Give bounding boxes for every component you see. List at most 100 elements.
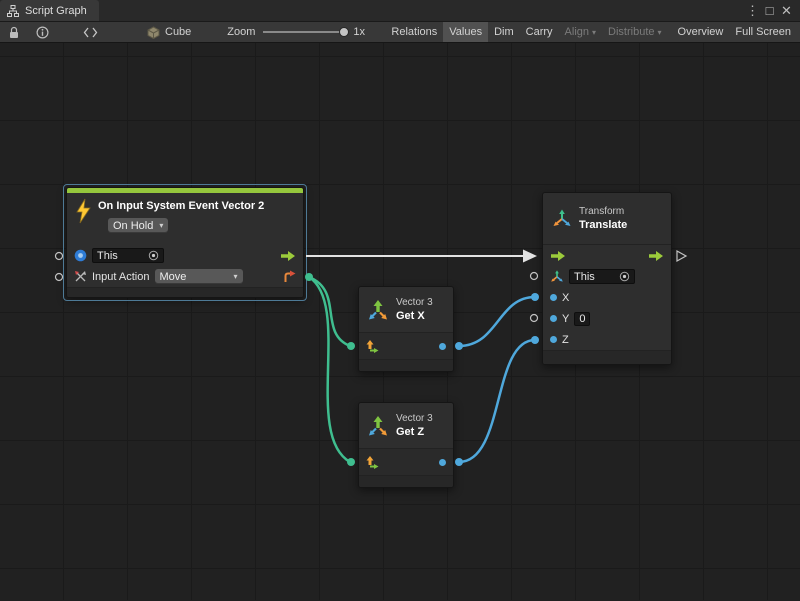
chevron-down-icon: ▾ <box>658 28 662 37</box>
lock-icon[interactable] <box>3 22 25 42</box>
overview-button[interactable]: Overview <box>672 22 730 42</box>
distribute-button[interactable]: Distribute ▾ <box>602 22 667 42</box>
graph-icon <box>7 5 19 17</box>
maximize-icon[interactable]: □ <box>761 3 778 18</box>
carry-button[interactable]: Carry <box>520 22 559 42</box>
node-footer <box>543 350 671 364</box>
float-output-port[interactable] <box>439 459 446 466</box>
vector3-input-port[interactable] <box>366 340 379 353</box>
vector2-output-port[interactable] <box>282 270 296 284</box>
values-button[interactable]: Values <box>443 22 488 42</box>
event-this-port[interactable] <box>56 253 63 260</box>
event-action-row: Input Action Move ▾ <box>67 266 303 287</box>
z-label: Z <box>562 334 569 346</box>
flow-wire-arrowhead <box>523 250 537 263</box>
graph-owner[interactable]: Cube <box>147 26 191 39</box>
this-field[interactable]: This <box>92 248 164 263</box>
get-x-port-row <box>359 333 453 359</box>
y-label: Y <box>562 313 569 325</box>
flow-out-port[interactable] <box>648 250 664 262</box>
get-z-port-row <box>359 449 453 475</box>
node-footer <box>359 475 453 487</box>
translate-x-row: X <box>543 287 671 308</box>
this-icon <box>74 249 87 262</box>
x-input-port[interactable] <box>550 294 557 301</box>
graph-owner-label: Cube <box>165 26 191 38</box>
float-wire-get-z-to-z[interactable] <box>459 340 535 462</box>
node-footer <box>67 287 303 297</box>
tab-title: Script Graph <box>25 5 87 17</box>
flow-out-port[interactable] <box>280 250 296 262</box>
node-get-z[interactable]: Vector 3 Get Z <box>358 402 454 488</box>
input-action-label: Input Action <box>92 271 150 283</box>
translate-flow-out-port[interactable] <box>677 251 686 261</box>
node-title: Get Z <box>396 425 433 440</box>
info-icon[interactable] <box>31 22 54 42</box>
graph-toolbar: Cube Zoom 1x Relations Values Dim Carry … <box>0 22 800 43</box>
cube-icon <box>147 26 160 39</box>
vector3-input-port[interactable] <box>366 456 379 469</box>
get-z-output-dot[interactable] <box>455 458 463 466</box>
float-output-port[interactable] <box>439 343 446 350</box>
float-wire-get-x-to-x[interactable] <box>459 297 535 346</box>
translate-x-input-dot[interactable] <box>531 293 539 301</box>
event-action-port[interactable] <box>56 274 63 281</box>
object-picker-icon[interactable] <box>148 250 159 261</box>
node-footer <box>359 359 453 371</box>
lightning-icon <box>75 198 91 224</box>
node-type: Transform <box>579 205 627 218</box>
align-button[interactable]: Align ▾ <box>559 22 602 42</box>
node-title: On Input System Event Vector 2 <box>98 198 264 214</box>
node-on-input-system-event[interactable]: On Input System Event Vector 2 On Hold ▾… <box>66 187 304 298</box>
this-field[interactable]: This <box>569 269 635 284</box>
translate-z-row: Z <box>543 329 671 350</box>
chevron-down-icon: ▾ <box>233 272 237 281</box>
toolbar-buttons: Relations Values Dim Carry Align ▾ Distr… <box>385 22 797 42</box>
translate-this-port[interactable] <box>531 273 538 280</box>
get-x-input-dot[interactable] <box>347 342 355 350</box>
node-type: Vector 3 <box>396 296 433 309</box>
more-options-icon[interactable]: ⋮ <box>744 3 761 19</box>
transform-icon <box>552 209 572 228</box>
dim-button[interactable]: Dim <box>488 22 520 42</box>
close-icon[interactable]: ✕ <box>778 3 795 19</box>
tab-script-graph[interactable]: Script Graph <box>0 0 99 21</box>
get-x-output-dot[interactable] <box>455 342 463 350</box>
z-input-port[interactable] <box>550 336 557 343</box>
y-input-port[interactable] <box>550 315 557 322</box>
node-get-x[interactable]: Vector 3 Get X <box>358 286 454 372</box>
translate-y-row: Y 0 <box>543 308 671 329</box>
transform-icon-small <box>550 270 564 283</box>
input-action-icon <box>74 270 87 283</box>
y-value-field[interactable]: 0 <box>574 312 590 326</box>
translate-y-port[interactable] <box>531 315 538 322</box>
on-hold-dropdown[interactable]: On Hold ▾ <box>108 218 168 233</box>
translate-flow-row <box>543 245 671 266</box>
translate-this-row: This <box>543 266 671 287</box>
relations-button[interactable]: Relations <box>385 22 443 42</box>
vector2-wire-to-get-z[interactable] <box>309 277 350 462</box>
object-picker-icon[interactable] <box>619 271 630 282</box>
node-translate[interactable]: Transform Translate This <box>542 192 672 365</box>
translate-z-input-dot[interactable] <box>531 336 539 344</box>
chevron-down-icon: ▾ <box>592 28 596 37</box>
move-dropdown[interactable]: Move ▾ <box>155 269 243 284</box>
get-z-input-dot[interactable] <box>347 458 355 466</box>
flow-in-port[interactable] <box>550 250 566 262</box>
window-controls: ⋮ □ ✕ <box>744 0 800 21</box>
fullscreen-button[interactable]: Full Screen <box>729 22 797 42</box>
zoom-value: 1x <box>353 26 365 38</box>
graph-canvas[interactable]: On Input System Event Vector 2 On Hold ▾… <box>0 43 800 600</box>
zoom-slider[interactable] <box>263 31 347 33</box>
chevron-down-icon: ▾ <box>159 221 163 230</box>
event-this-row: This <box>67 245 303 266</box>
zoom-slider-handle[interactable] <box>339 27 349 37</box>
zoom-label: Zoom <box>227 26 255 38</box>
vector2-wire-to-get-x[interactable] <box>309 277 350 346</box>
node-type: Vector 3 <box>396 412 433 425</box>
vector2-output-dot[interactable] <box>305 273 313 281</box>
node-title: Get X <box>396 309 433 324</box>
vector3-icon <box>367 300 389 320</box>
code-view-icon[interactable] <box>78 22 103 42</box>
node-title: Translate <box>579 218 627 233</box>
